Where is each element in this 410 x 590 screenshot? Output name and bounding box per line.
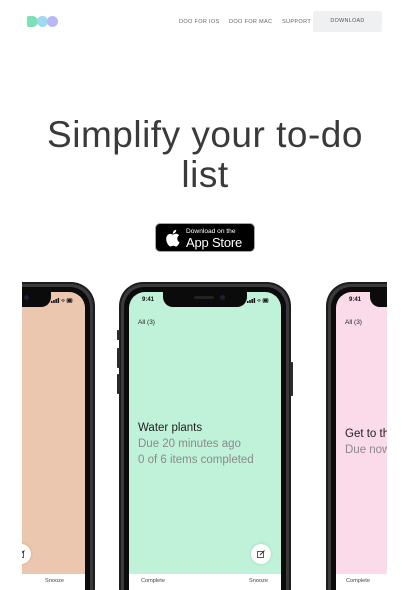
volume-up-button bbox=[117, 348, 120, 368]
task-progress: 0 of 6 items completed bbox=[138, 454, 254, 466]
apple-icon bbox=[166, 229, 180, 247]
complete-action[interactable]: Complete bbox=[346, 578, 370, 584]
task-due: Due now bbox=[345, 444, 387, 456]
status-time: 9:41 bbox=[142, 297, 155, 303]
nav-doo-for-mac[interactable]: DOO FOR MAC bbox=[229, 19, 272, 25]
edit-icon bbox=[22, 550, 25, 558]
phone-center-bottom-bar: Complete Snooze bbox=[129, 574, 281, 590]
site-header: DOO FOR IOS DOO FOR MAC SUPPORT DOWNLOAD bbox=[0, 0, 410, 44]
snooze-action[interactable]: Snooze bbox=[45, 578, 64, 584]
phone-left-screen: o bbox=[22, 292, 85, 574]
status-icons bbox=[247, 298, 269, 303]
logo-mark-o2 bbox=[47, 16, 58, 27]
phone-right-screen: 9:41 All (3) Get to th Due now bbox=[336, 292, 387, 574]
app-store-small-text: Download on the bbox=[186, 228, 236, 235]
complete-action[interactable]: Complete bbox=[141, 578, 165, 584]
volume-down-button bbox=[117, 374, 120, 394]
phone-center-screen: 9:41 All (3) Water plants Due 20 minutes… bbox=[129, 292, 281, 574]
task-title: Water plants bbox=[138, 422, 203, 434]
nav-doo-for-ios[interactable]: DOO FOR IOS bbox=[179, 19, 220, 25]
phone-carousel: o Snooze 9:41 All (3) Water pla bbox=[22, 282, 387, 590]
phone-right[interactable]: 9:41 All (3) Get to th Due now Complete bbox=[326, 282, 387, 590]
hero-title: Simplify your to-do list bbox=[0, 115, 410, 195]
task-title: Get to th bbox=[345, 428, 387, 440]
task-due: Due 20 minutes ago bbox=[138, 438, 241, 450]
snooze-action[interactable]: Snooze bbox=[249, 578, 268, 584]
phone-right-bottom-bar: Complete bbox=[336, 574, 387, 590]
app-store-badge[interactable]: Download on the App Store bbox=[155, 223, 255, 252]
phone-notch bbox=[22, 292, 51, 307]
phone-left[interactable]: o Snooze bbox=[22, 282, 95, 590]
app-store-big-text: App Store bbox=[186, 235, 243, 250]
mute-switch bbox=[117, 330, 120, 340]
hero-title-line1: Simplify your to-do bbox=[47, 114, 363, 155]
task-item[interactable]: Get to th Due now bbox=[345, 428, 387, 458]
phone-left-bottom-bar: Snooze bbox=[22, 574, 85, 590]
list-filter[interactable]: All (3) bbox=[138, 319, 155, 326]
edit-button[interactable] bbox=[22, 544, 31, 564]
edit-icon bbox=[257, 550, 265, 558]
phone-center[interactable]: 9:41 All (3) Water plants Due 20 minutes… bbox=[117, 282, 293, 590]
status-icons bbox=[51, 298, 73, 303]
status-time: 9:41 bbox=[349, 297, 362, 303]
download-button[interactable]: DOWNLOAD bbox=[313, 11, 382, 32]
edit-button[interactable] bbox=[251, 544, 271, 564]
nav-support[interactable]: SUPPORT bbox=[282, 19, 311, 25]
list-filter[interactable]: All (3) bbox=[345, 319, 362, 326]
hero-title-line2: list bbox=[181, 154, 229, 195]
phone-notch bbox=[163, 292, 247, 307]
side-button bbox=[290, 362, 293, 396]
task-item[interactable]: Water plants Due 20 minutes ago 0 of 6 i… bbox=[138, 422, 254, 468]
doo-logo[interactable] bbox=[27, 16, 59, 27]
